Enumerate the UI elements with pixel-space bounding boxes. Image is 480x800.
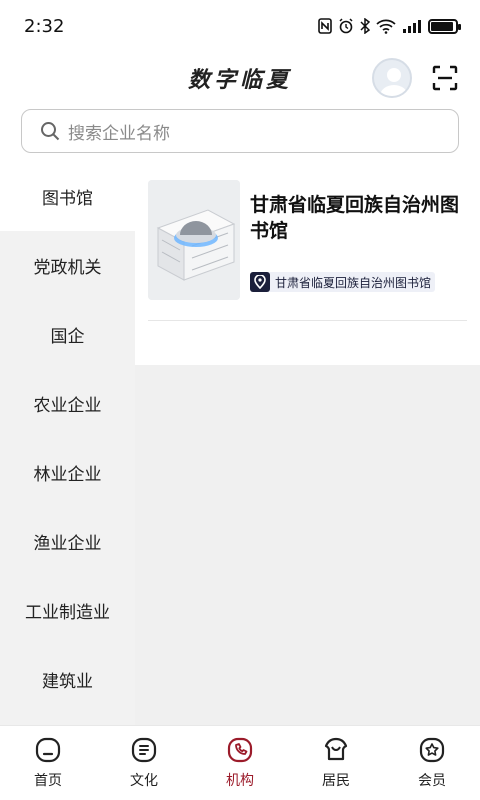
location-pin-icon	[250, 272, 270, 292]
residents-icon	[324, 737, 348, 761]
search-icon	[41, 122, 60, 141]
sidebar-item-agriculture[interactable]: 农业企业	[0, 369, 135, 438]
tab-culture-label: 文化	[130, 773, 158, 789]
location-tag[interactable]: 甘肃省临夏回族自治州图书馆	[250, 272, 436, 292]
institution-card[interactable]: 甘肃省临夏回族自治州图书馆 甘肃省临夏回族自治州图书馆	[135, 162, 480, 365]
bottom-tab-bar: 首页 文化 机构 居民 会员	[0, 725, 480, 800]
search-placeholder: 搜索企业名称	[68, 123, 170, 144]
nfc-icon	[318, 18, 332, 34]
scan-icon[interactable]	[432, 65, 458, 91]
app-header: 数字临夏	[0, 52, 480, 104]
status-icons	[318, 18, 461, 34]
phone-icon	[227, 737, 253, 763]
tab-culture[interactable]: 文化	[96, 726, 192, 800]
avatar[interactable]	[372, 58, 412, 98]
signal-icon	[403, 20, 421, 33]
institution-image	[148, 180, 240, 300]
sidebar-item-library[interactable]: 图书馆	[0, 162, 135, 231]
tab-institutions-label: 机构	[226, 773, 254, 789]
sidebar-item-government[interactable]: 党政机关	[0, 231, 135, 300]
status-bar: 2:32	[0, 0, 480, 52]
sidebar-item-manufacturing[interactable]: 工业制造业	[0, 576, 135, 645]
sidebar-item-fishery[interactable]: 渔业企业	[0, 507, 135, 576]
search-input[interactable]: 搜索企业名称	[21, 109, 459, 153]
tab-institutions[interactable]: 机构	[192, 726, 288, 800]
battery-icon	[428, 18, 461, 34]
wifi-icon	[376, 19, 396, 34]
tab-member[interactable]: 会员	[384, 726, 480, 800]
tab-residents[interactable]: 居民	[288, 726, 384, 800]
category-sidebar: 图书馆 党政机关 国企 农业企业 林业企业 渔业企业 工业制造业 建筑业	[0, 162, 135, 725]
location-tag-text: 甘肃省临夏回族自治州图书馆	[275, 275, 432, 290]
tab-home-label: 首页	[34, 773, 62, 789]
content-area: 甘肃省临夏回族自治州图书馆 甘肃省临夏回族自治州图书馆	[135, 162, 480, 725]
home-icon	[35, 737, 61, 763]
tab-member-label: 会员	[418, 773, 446, 789]
sidebar-item-state-enterprise[interactable]: 国企	[0, 300, 135, 369]
document-icon	[131, 737, 157, 763]
tab-residents-label: 居民	[322, 773, 350, 789]
battery-fill	[431, 21, 453, 31]
building-illustration	[148, 180, 240, 300]
institution-title: 甘肃省临夏回族自治州图书馆	[250, 194, 460, 242]
member-icon	[419, 737, 445, 763]
sidebar-item-construction[interactable]: 建筑业	[0, 645, 135, 714]
alarm-icon	[339, 18, 353, 34]
status-time: 2:32	[24, 15, 65, 37]
bluetooth-icon	[360, 18, 370, 34]
sidebar-item-forestry[interactable]: 林业企业	[0, 438, 135, 507]
card-divider	[148, 320, 467, 321]
tab-home[interactable]: 首页	[0, 726, 96, 800]
